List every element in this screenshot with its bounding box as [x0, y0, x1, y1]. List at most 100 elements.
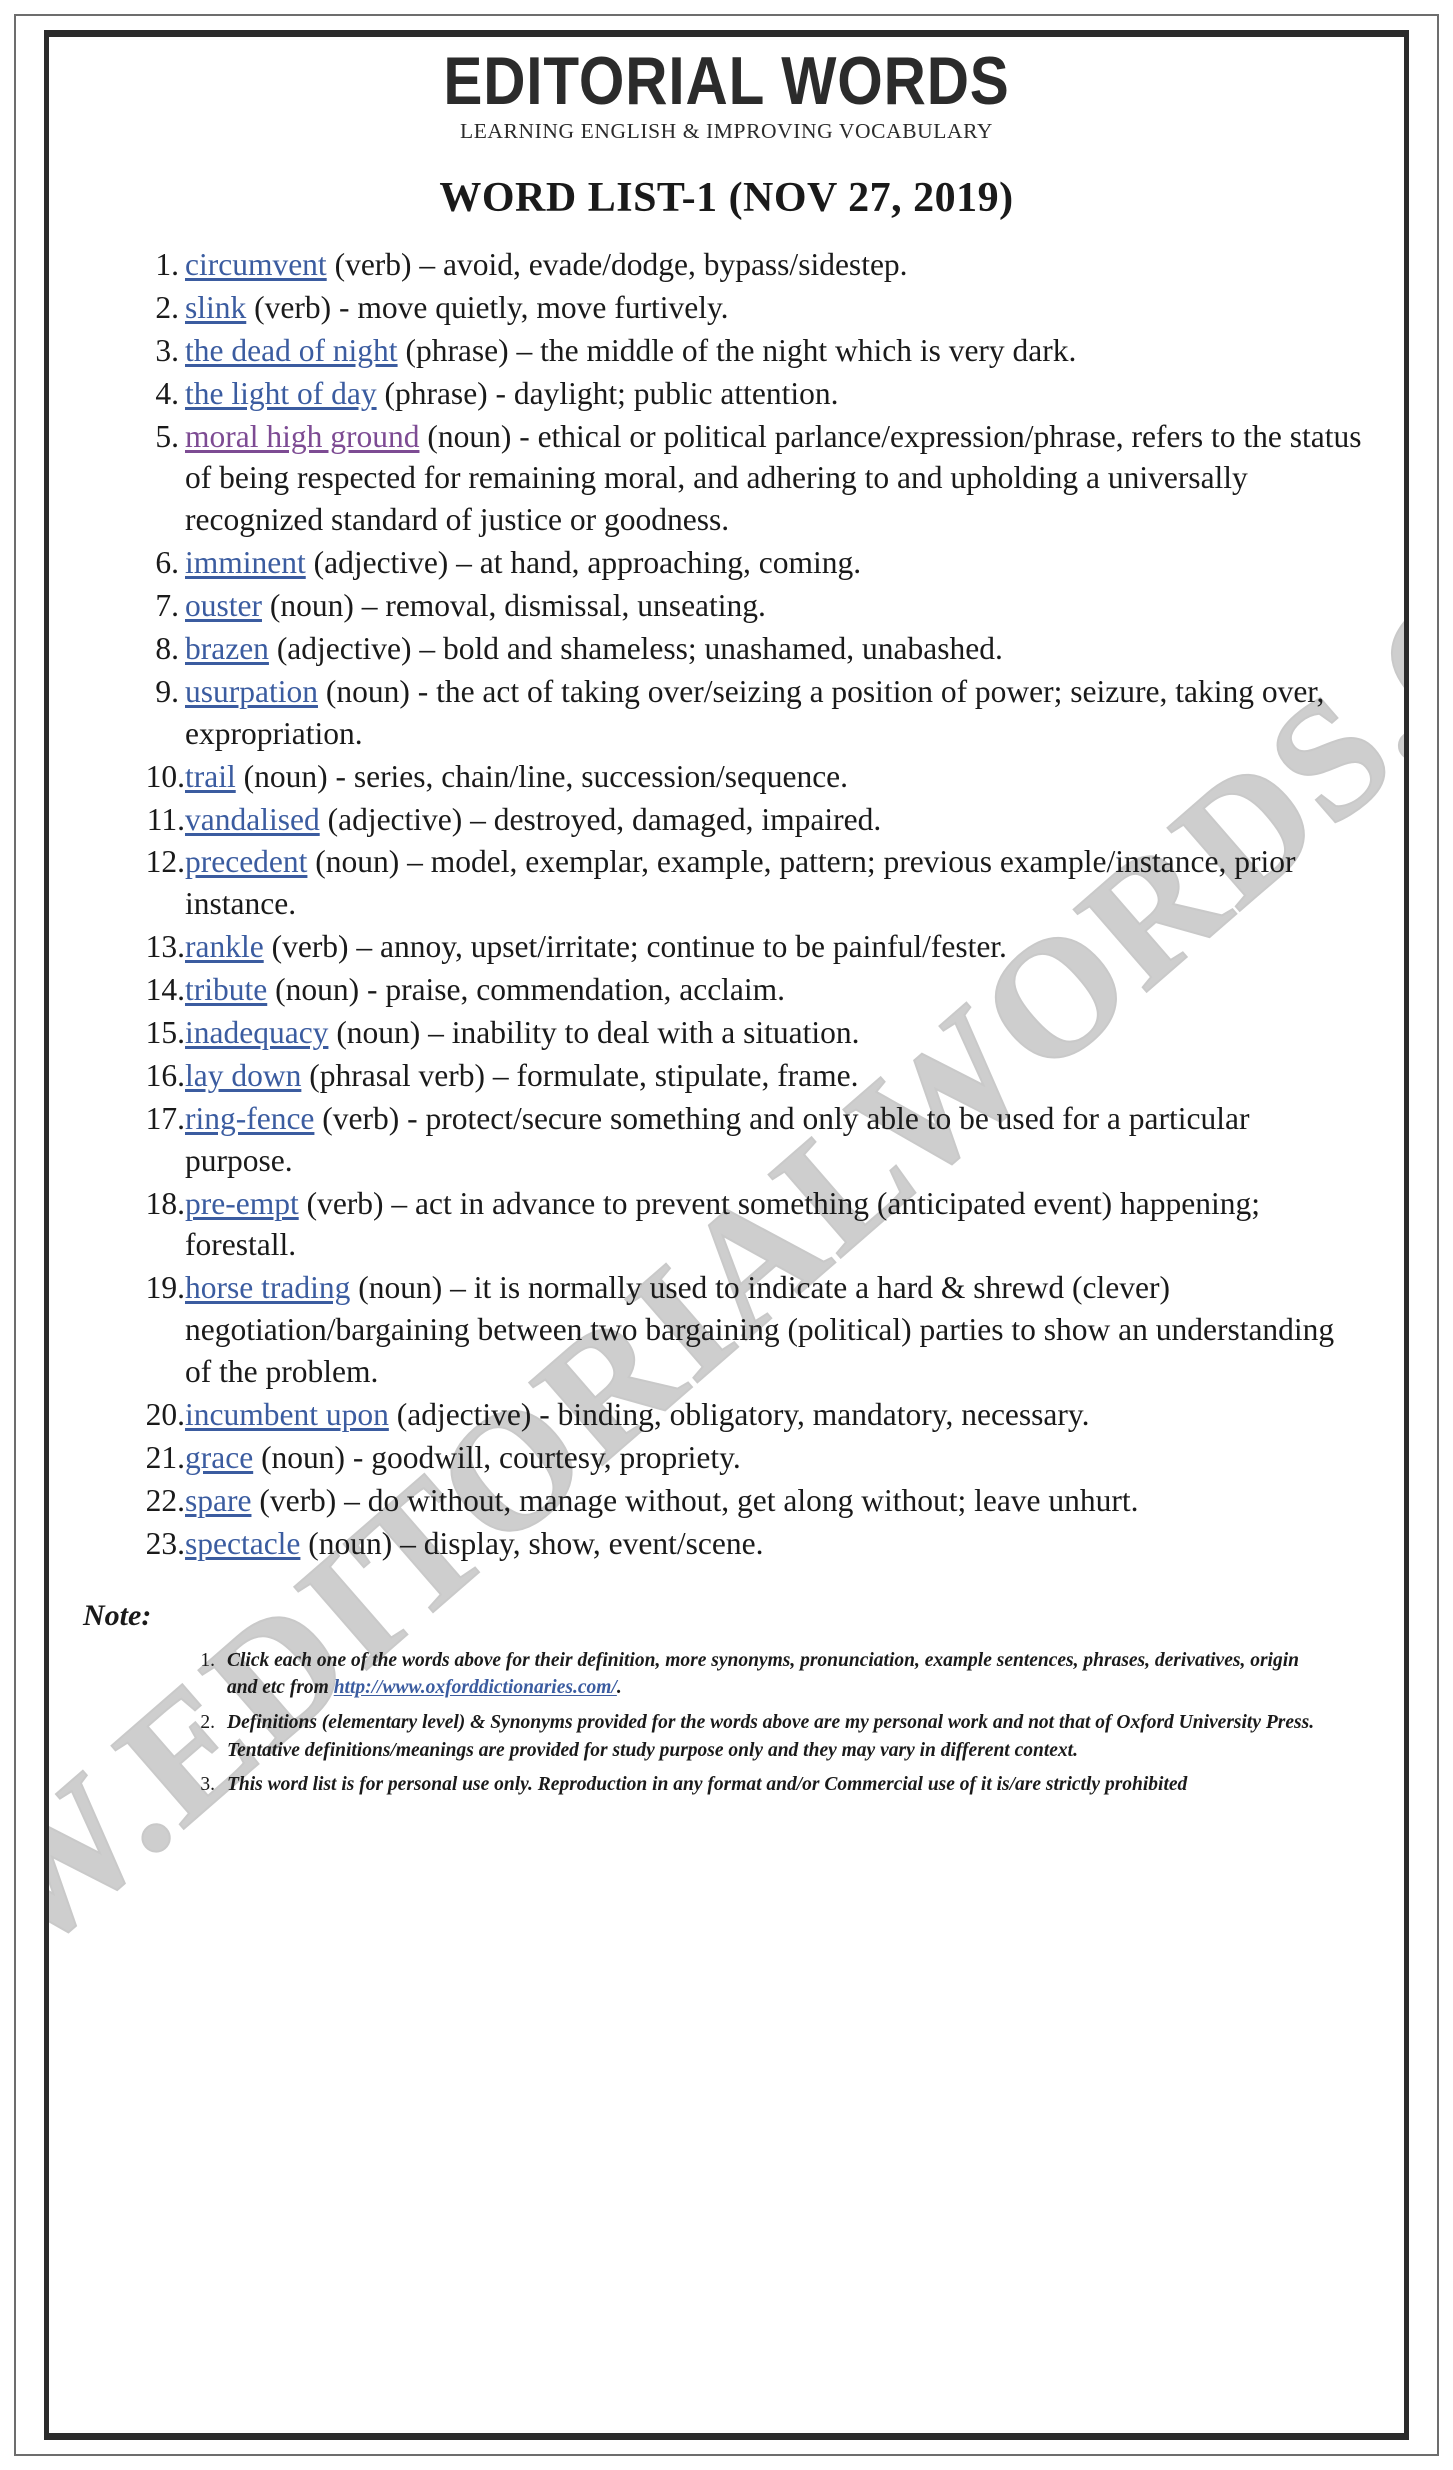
word-entry-number: 14. — [145, 972, 185, 1008]
note-label: Note: — [83, 1598, 152, 1632]
word-entry-number: 5. — [155, 418, 179, 454]
note-list: 1. Click each one of the words above for … — [83, 1647, 1364, 1799]
word-entry-number: 18. — [145, 1185, 185, 1221]
word-link[interactable]: grace — [185, 1440, 253, 1475]
note-item-text: Definitions (elementary level) & Synonym… — [227, 1711, 1315, 1761]
word-entry-number: 19. — [145, 1270, 185, 1306]
word-link[interactable]: vandalised — [185, 802, 320, 837]
note-item: 3. This word list is for personal use onl… — [193, 1771, 1334, 1799]
word-list-page: WWW.EDITORIALWORDS.COM EDITORIAL WORDS L… — [0, 0, 1453, 2470]
brand-tagline: LEARNING ENGLISH & IMPROVING VOCABULARY — [459, 119, 994, 143]
word-entry: 4. the light of day (phrase) - daylight; … — [133, 373, 1364, 415]
word-definition: (noun) – model, exemplar, example, patte… — [185, 844, 1296, 922]
word-link[interactable]: precedent — [185, 844, 307, 879]
word-entry: 3. the dead of night (phrase) – the middl… — [133, 330, 1364, 372]
word-link[interactable]: circumvent — [185, 247, 327, 282]
word-entry: 18. pre-empt (verb) – act in advance to p… — [133, 1183, 1364, 1267]
word-entry: 23. spectacle (noun) – display, show, eve… — [133, 1523, 1364, 1565]
note-item-text: This word list is for personal use only.… — [227, 1774, 1188, 1796]
word-entry-number: 8. — [155, 631, 179, 667]
word-entry: 2. slink (verb) - move quietly, move furt… — [133, 287, 1364, 329]
word-entry: 21. grace (noun) - goodwill, courtesy, pr… — [133, 1437, 1364, 1479]
note-item-number: 1. — [200, 1649, 215, 1671]
word-definition: (verb) - move quietly, move furtively. — [246, 289, 729, 325]
word-entry-number: 23. — [145, 1525, 185, 1561]
word-link[interactable]: ring-fence — [185, 1101, 314, 1136]
word-entry: 22. spare (verb) – do without, manage wit… — [133, 1480, 1364, 1522]
note-item: 1. Click each one of the words above for … — [193, 1647, 1334, 1702]
word-entry-number: 11. — [146, 801, 185, 837]
word-link[interactable]: inadequacy — [185, 1015, 328, 1050]
word-link[interactable]: rankle — [185, 929, 264, 964]
word-entry-number: 13. — [145, 929, 185, 965]
word-definition: (adjective) – destroyed, damaged, impair… — [319, 801, 882, 837]
word-entry: 15. inadequacy (noun) – inability to deal… — [133, 1012, 1364, 1054]
word-entry-number: 4. — [155, 375, 179, 411]
word-link[interactable]: brazen — [185, 631, 269, 666]
word-entry: 6. imminent (adjective) – at hand, approa… — [133, 542, 1364, 584]
content-frame: WWW.EDITORIALWORDS.COM EDITORIAL WORDS L… — [44, 30, 1409, 2440]
word-definition: (noun) – inability to deal with a situat… — [328, 1015, 860, 1051]
top-rule — [49, 30, 1404, 37]
note-item-number: 3. — [200, 1774, 215, 1796]
word-link[interactable]: ouster — [185, 588, 262, 623]
word-link[interactable]: horse trading — [185, 1270, 350, 1305]
word-link[interactable]: the dead of night — [185, 333, 398, 368]
word-entry-number: 2. — [155, 289, 179, 325]
word-entry-number: 7. — [155, 588, 179, 624]
word-definition: (phrase) - daylight; public attention. — [376, 375, 839, 411]
word-entry-number: 10. — [145, 758, 185, 794]
oxford-dictionary-link[interactable]: http://www.oxforddictionaries.com/ — [334, 1677, 617, 1698]
note-section: Note: 1. Click each one of the words abov… — [49, 1599, 1404, 1799]
word-link[interactable]: spectacle — [185, 1526, 300, 1561]
word-definition: (noun) – display, show, event/scene. — [300, 1525, 764, 1561]
word-entry: 12. precedent (noun) – model, exemplar, e… — [133, 841, 1364, 925]
word-link[interactable]: spare — [185, 1483, 251, 1518]
brand-title: EDITORIAL WORDS — [443, 43, 1010, 119]
word-entry-number: 15. — [145, 1015, 185, 1051]
word-link[interactable]: usurpation — [185, 674, 318, 709]
note-item: 2. Definitions (elementary level) & Synon… — [193, 1709, 1334, 1764]
note-item-number: 2. — [200, 1711, 215, 1733]
word-definition: (noun) - praise, commendation, acclaim. — [267, 972, 786, 1008]
word-entry: 10. trail (noun) - series, chain/line, su… — [133, 756, 1364, 798]
word-entry-number: 17. — [145, 1100, 185, 1136]
word-entry: 17. ring-fence (verb) - protect/secure so… — [133, 1098, 1364, 1182]
word-entry-number: 16. — [145, 1057, 185, 1093]
word-link[interactable]: tribute — [185, 972, 267, 1007]
word-link[interactable]: lay down — [185, 1058, 301, 1093]
vocabulary-list: 1. circumvent (verb) – avoid, evade/dodge… — [49, 244, 1404, 1565]
word-link[interactable]: imminent — [185, 545, 306, 580]
word-entry: 7. ouster (noun) – removal, dismissal, un… — [133, 585, 1364, 627]
word-definition: (adjective) – bold and shameless; unasha… — [268, 631, 1003, 667]
word-definition: (noun) - series, chain/line, succession/… — [235, 758, 849, 794]
word-link[interactable]: slink — [185, 290, 246, 325]
word-definition: (noun) - the act of taking over/seizing … — [185, 673, 1325, 751]
word-entry: 1. circumvent (verb) – avoid, evade/dodge… — [133, 244, 1364, 286]
note-item-text-tail: . — [616, 1677, 622, 1699]
word-definition: (verb) – annoy, upset/irritate; continue… — [263, 929, 1007, 965]
word-link[interactable]: trail — [185, 759, 236, 794]
word-definition: (noun) – it is normally used to indicate… — [185, 1270, 1335, 1390]
word-entry: 5. moral high ground (noun) - ethical or … — [133, 416, 1364, 542]
word-definition: (noun) - goodwill, courtesy, propriety. — [253, 1439, 741, 1475]
word-entry: 19. horse trading (noun) – it is normally… — [133, 1267, 1364, 1393]
word-entry-number: 3. — [155, 332, 179, 368]
word-entry-number: 1. — [155, 247, 179, 282]
word-entry-number: 9. — [155, 673, 179, 709]
word-entry-number: 6. — [155, 545, 179, 581]
word-entry: 9. usurpation (noun) - the act of taking … — [133, 671, 1364, 755]
word-entry-number: 12. — [145, 844, 185, 880]
word-entry: 11. vandalised (adjective) – destroyed, d… — [133, 799, 1364, 841]
word-link[interactable]: pre-empt — [185, 1186, 299, 1221]
word-entry-number: 20. — [145, 1397, 185, 1433]
word-definition: (verb) – avoid, evade/dodge, bypass/side… — [326, 247, 908, 282]
word-link[interactable]: incumbent upon — [185, 1397, 389, 1432]
word-entry-number: 21. — [145, 1439, 185, 1475]
word-link[interactable]: the light of day — [185, 376, 377, 411]
word-definition: (noun) – removal, dismissal, unseating. — [261, 588, 766, 624]
word-entry: 14. tribute (noun) - praise, commendation… — [133, 969, 1364, 1011]
word-link[interactable]: moral high ground — [185, 419, 419, 454]
word-definition: (verb) - protect/secure something and on… — [185, 1100, 1250, 1178]
page-title: WORD LIST-1 (NOV 27, 2019) — [439, 175, 1014, 221]
